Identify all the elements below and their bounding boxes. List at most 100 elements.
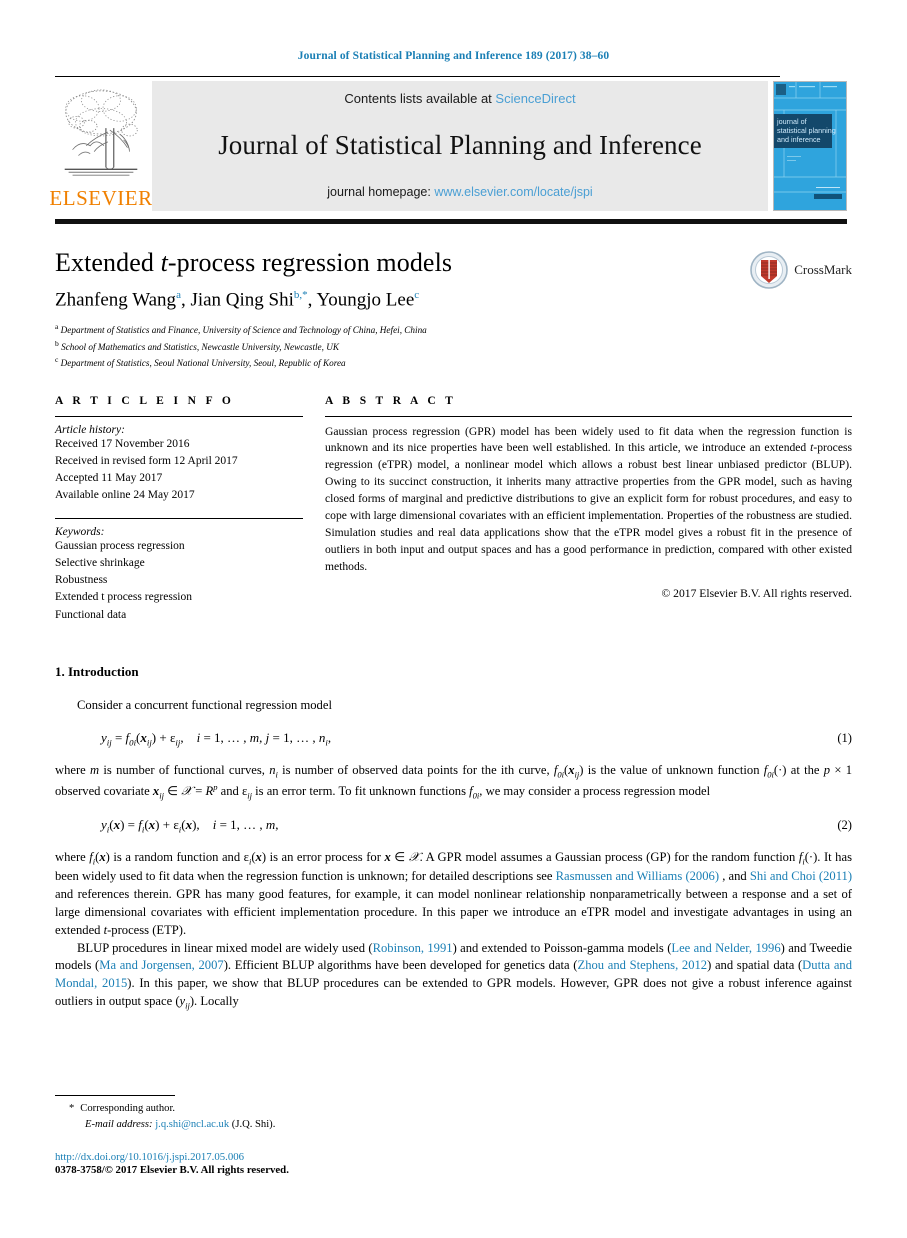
doi-link[interactable]: http://dx.doi.org/10.1016/j.jspi.2017.05… bbox=[55, 1151, 852, 1163]
paper-page: Journal of Statistical Planning and Infe… bbox=[0, 0, 907, 1238]
corresponding-star: * bbox=[69, 1103, 75, 1115]
p3-a: where bbox=[55, 850, 90, 865]
paragraph-intro-1: Consider a concurrent functional regress… bbox=[77, 697, 332, 712]
citation-zhou-stephens[interactable]: Zhou and Stephens, 2012 bbox=[578, 958, 708, 972]
crossmark-icon bbox=[750, 251, 789, 289]
affiliation-a: a Department of Statistics and Finance, … bbox=[55, 321, 852, 337]
affiliation-b: b School of Mathematics and Statistics, … bbox=[55, 338, 852, 354]
sciencedirect-link[interactable]: ScienceDirect bbox=[495, 91, 575, 106]
article-info-column: A R T I C L E I N F O Article history: R… bbox=[55, 395, 303, 624]
journal-masthead: ELSEVIER Contents lists available at Sci… bbox=[49, 76, 852, 224]
history-online: Available online 24 May 2017 bbox=[55, 489, 195, 502]
journal-cover-thumbnail: journal of statistical planning and infe… bbox=[773, 81, 847, 211]
paragraph-intro-3: where fi(x) is a random function and εi(… bbox=[55, 850, 853, 937]
p4-d: ). Efficient BLUP algorithms have been d… bbox=[223, 958, 578, 973]
affiliation-c-text: Department of Statistics, Seoul National… bbox=[60, 358, 346, 369]
p4-f: ). In this paper, we show that BLUP proc… bbox=[55, 976, 852, 1009]
p2-d: is the value of unknown function bbox=[583, 763, 764, 778]
title-suffix: -process regression models bbox=[167, 248, 453, 277]
equation-1: yij = f0i(xij) + εij, i = 1, … , m, j = … bbox=[101, 729, 332, 748]
email-link[interactable]: j.q.shi@ncl.ac.uk bbox=[155, 1119, 229, 1130]
p4-a: BLUP procedures in linear mixed model ar… bbox=[77, 940, 373, 955]
affiliation-b-mark: b bbox=[55, 338, 59, 348]
author-1: Zhanfeng Wang bbox=[55, 289, 177, 311]
abstract-body: Gaussian process regression (GPR) model … bbox=[325, 424, 852, 576]
email-note: E-mail address: j.q.shi@ncl.ac.uk (J.Q. … bbox=[55, 1117, 852, 1133]
p3-f: , and bbox=[719, 869, 750, 884]
keyword-5: Functional data bbox=[55, 608, 127, 621]
keyword-2: Selective shrinkage bbox=[55, 556, 145, 569]
affiliation-b-text: School of Mathematics and Statistics, Ne… bbox=[61, 341, 339, 352]
masthead-panel: Contents lists available at ScienceDirec… bbox=[152, 81, 768, 211]
affiliation-c: c Department of Statistics, Seoul Nation… bbox=[55, 354, 852, 370]
citation-lee-nelder[interactable]: Lee and Nelder, 1996 bbox=[671, 941, 780, 955]
article-info-rule bbox=[55, 415, 303, 417]
homepage-prefix: journal homepage: bbox=[327, 185, 435, 199]
abstract-part-2: -process regression (eTPR) model, a nonl… bbox=[325, 441, 852, 573]
equation-2-number: (2) bbox=[837, 817, 852, 832]
citation-ma-jorgensen[interactable]: Ma and Jorgensen, 2007 bbox=[99, 958, 223, 972]
section-heading-introduction: 1. Introduction bbox=[55, 663, 139, 679]
cover-artwork-icon: journal of statistical planning and infe… bbox=[774, 82, 846, 210]
author-2: , Jian Qing Shi bbox=[180, 289, 294, 311]
svg-text:and inference: and inference bbox=[777, 135, 821, 144]
masthead-bottom-rule bbox=[55, 219, 847, 224]
citation-shi-year[interactable]: (2011) bbox=[819, 869, 852, 883]
p2-c: is number of observed data points for th… bbox=[277, 763, 554, 778]
info-abstract-row: A R T I C L E I N F O Article history: R… bbox=[55, 395, 852, 624]
citation-rasmussen-williams[interactable]: Rasmussen and Williams bbox=[556, 869, 683, 883]
corresponding-author-note: * Corresponding author. bbox=[55, 1101, 852, 1117]
crossmark-badge[interactable]: CrossMark bbox=[749, 250, 852, 290]
p4-b: ) and extended to Poisson-gamma models ( bbox=[452, 940, 672, 955]
keywords-block: Keywords: Gaussian process regression Se… bbox=[55, 526, 303, 624]
author-3-affil-mark[interactable]: c bbox=[414, 289, 419, 301]
affiliation-a-text: Department of Statistics and Finance, Un… bbox=[60, 325, 427, 336]
masthead-top-rule bbox=[55, 76, 780, 77]
p2-f: observed covariate bbox=[55, 784, 153, 799]
citation-rasmussen-year[interactable]: (2006) bbox=[685, 869, 719, 883]
elsevier-logo: ELSEVIER bbox=[49, 81, 152, 211]
abstract-rule bbox=[325, 415, 852, 417]
homepage-link[interactable]: www.elsevier.com/locate/jspi bbox=[434, 185, 592, 199]
email-label: E-mail address: bbox=[85, 1119, 153, 1131]
affiliation-a-mark: a bbox=[55, 322, 59, 332]
p3-h: -process (ETP). bbox=[107, 922, 187, 937]
title-prefix: Extended bbox=[55, 248, 161, 277]
equation-2-row: yi(x) = fi(x) + εi(x), i = 1, … , m, (2) bbox=[55, 817, 852, 835]
affiliation-c-mark: c bbox=[55, 355, 59, 365]
crossmark-label: CrossMark bbox=[794, 262, 852, 277]
p2-b: is number of functional curves, bbox=[99, 763, 270, 778]
p4-g: ). Locally bbox=[189, 994, 239, 1009]
footnote-rule bbox=[55, 1095, 175, 1097]
p2-h: is an error term. To fit unknown functio… bbox=[252, 784, 470, 799]
keywords-label: Keywords: bbox=[55, 525, 105, 538]
article-history-block: Article history: Received 17 November 20… bbox=[55, 424, 303, 505]
article-info-heading: A R T I C L E I N F O bbox=[55, 394, 235, 407]
abstract-column: A B S T R A C T Gaussian process regress… bbox=[325, 395, 852, 624]
author-2-affil-mark[interactable]: b,* bbox=[294, 289, 308, 301]
p3-c: is an error process for bbox=[266, 850, 385, 865]
homepage-line: journal homepage: www.elsevier.com/locat… bbox=[327, 185, 592, 199]
citation-shi-choi[interactable]: Shi and Choi bbox=[750, 869, 816, 883]
corresponding-label: Corresponding author. bbox=[80, 1103, 176, 1115]
keyword-1: Gaussian process regression bbox=[55, 539, 185, 552]
equation-1-row: yij = f0i(xij) + εij, i = 1, … , m, j = … bbox=[55, 730, 852, 748]
doi-block: http://dx.doi.org/10.1016/j.jspi.2017.05… bbox=[55, 1151, 852, 1176]
keyword-4: Extended t process regression bbox=[55, 591, 193, 604]
citation-robinson[interactable]: Robinson, 1991 bbox=[373, 941, 453, 955]
article-body: 1. Introduction Consider a concurrent fu… bbox=[55, 664, 852, 1012]
equation-2: yi(x) = fi(x) + εi(x), i = 1, … , m, bbox=[101, 816, 279, 835]
paragraph-intro-2: where m is number of functional curves, … bbox=[55, 763, 853, 801]
p2-i: , we may consider a process regression m… bbox=[479, 784, 711, 799]
title-italic-t: t bbox=[160, 248, 168, 277]
page-title: Extended t-process regression models bbox=[55, 248, 852, 278]
paragraph-intro-4: BLUP procedures in linear mixed model ar… bbox=[55, 940, 852, 1011]
p4-e: ) and spatial data ( bbox=[707, 958, 803, 973]
elsevier-wordmark: ELSEVIER bbox=[49, 186, 153, 210]
author-list: Zhanfeng Wanga, Jian Qing Shib,*, Youngj… bbox=[55, 289, 852, 311]
abstract-heading: A B S T R A C T bbox=[325, 394, 457, 407]
history-received: Received 17 November 2016 bbox=[55, 437, 190, 450]
elsevier-tree-icon bbox=[64, 89, 138, 176]
author-3: , Youngjo Lee bbox=[307, 289, 415, 311]
cover-image: journal of statistical planning and infe… bbox=[773, 81, 847, 211]
